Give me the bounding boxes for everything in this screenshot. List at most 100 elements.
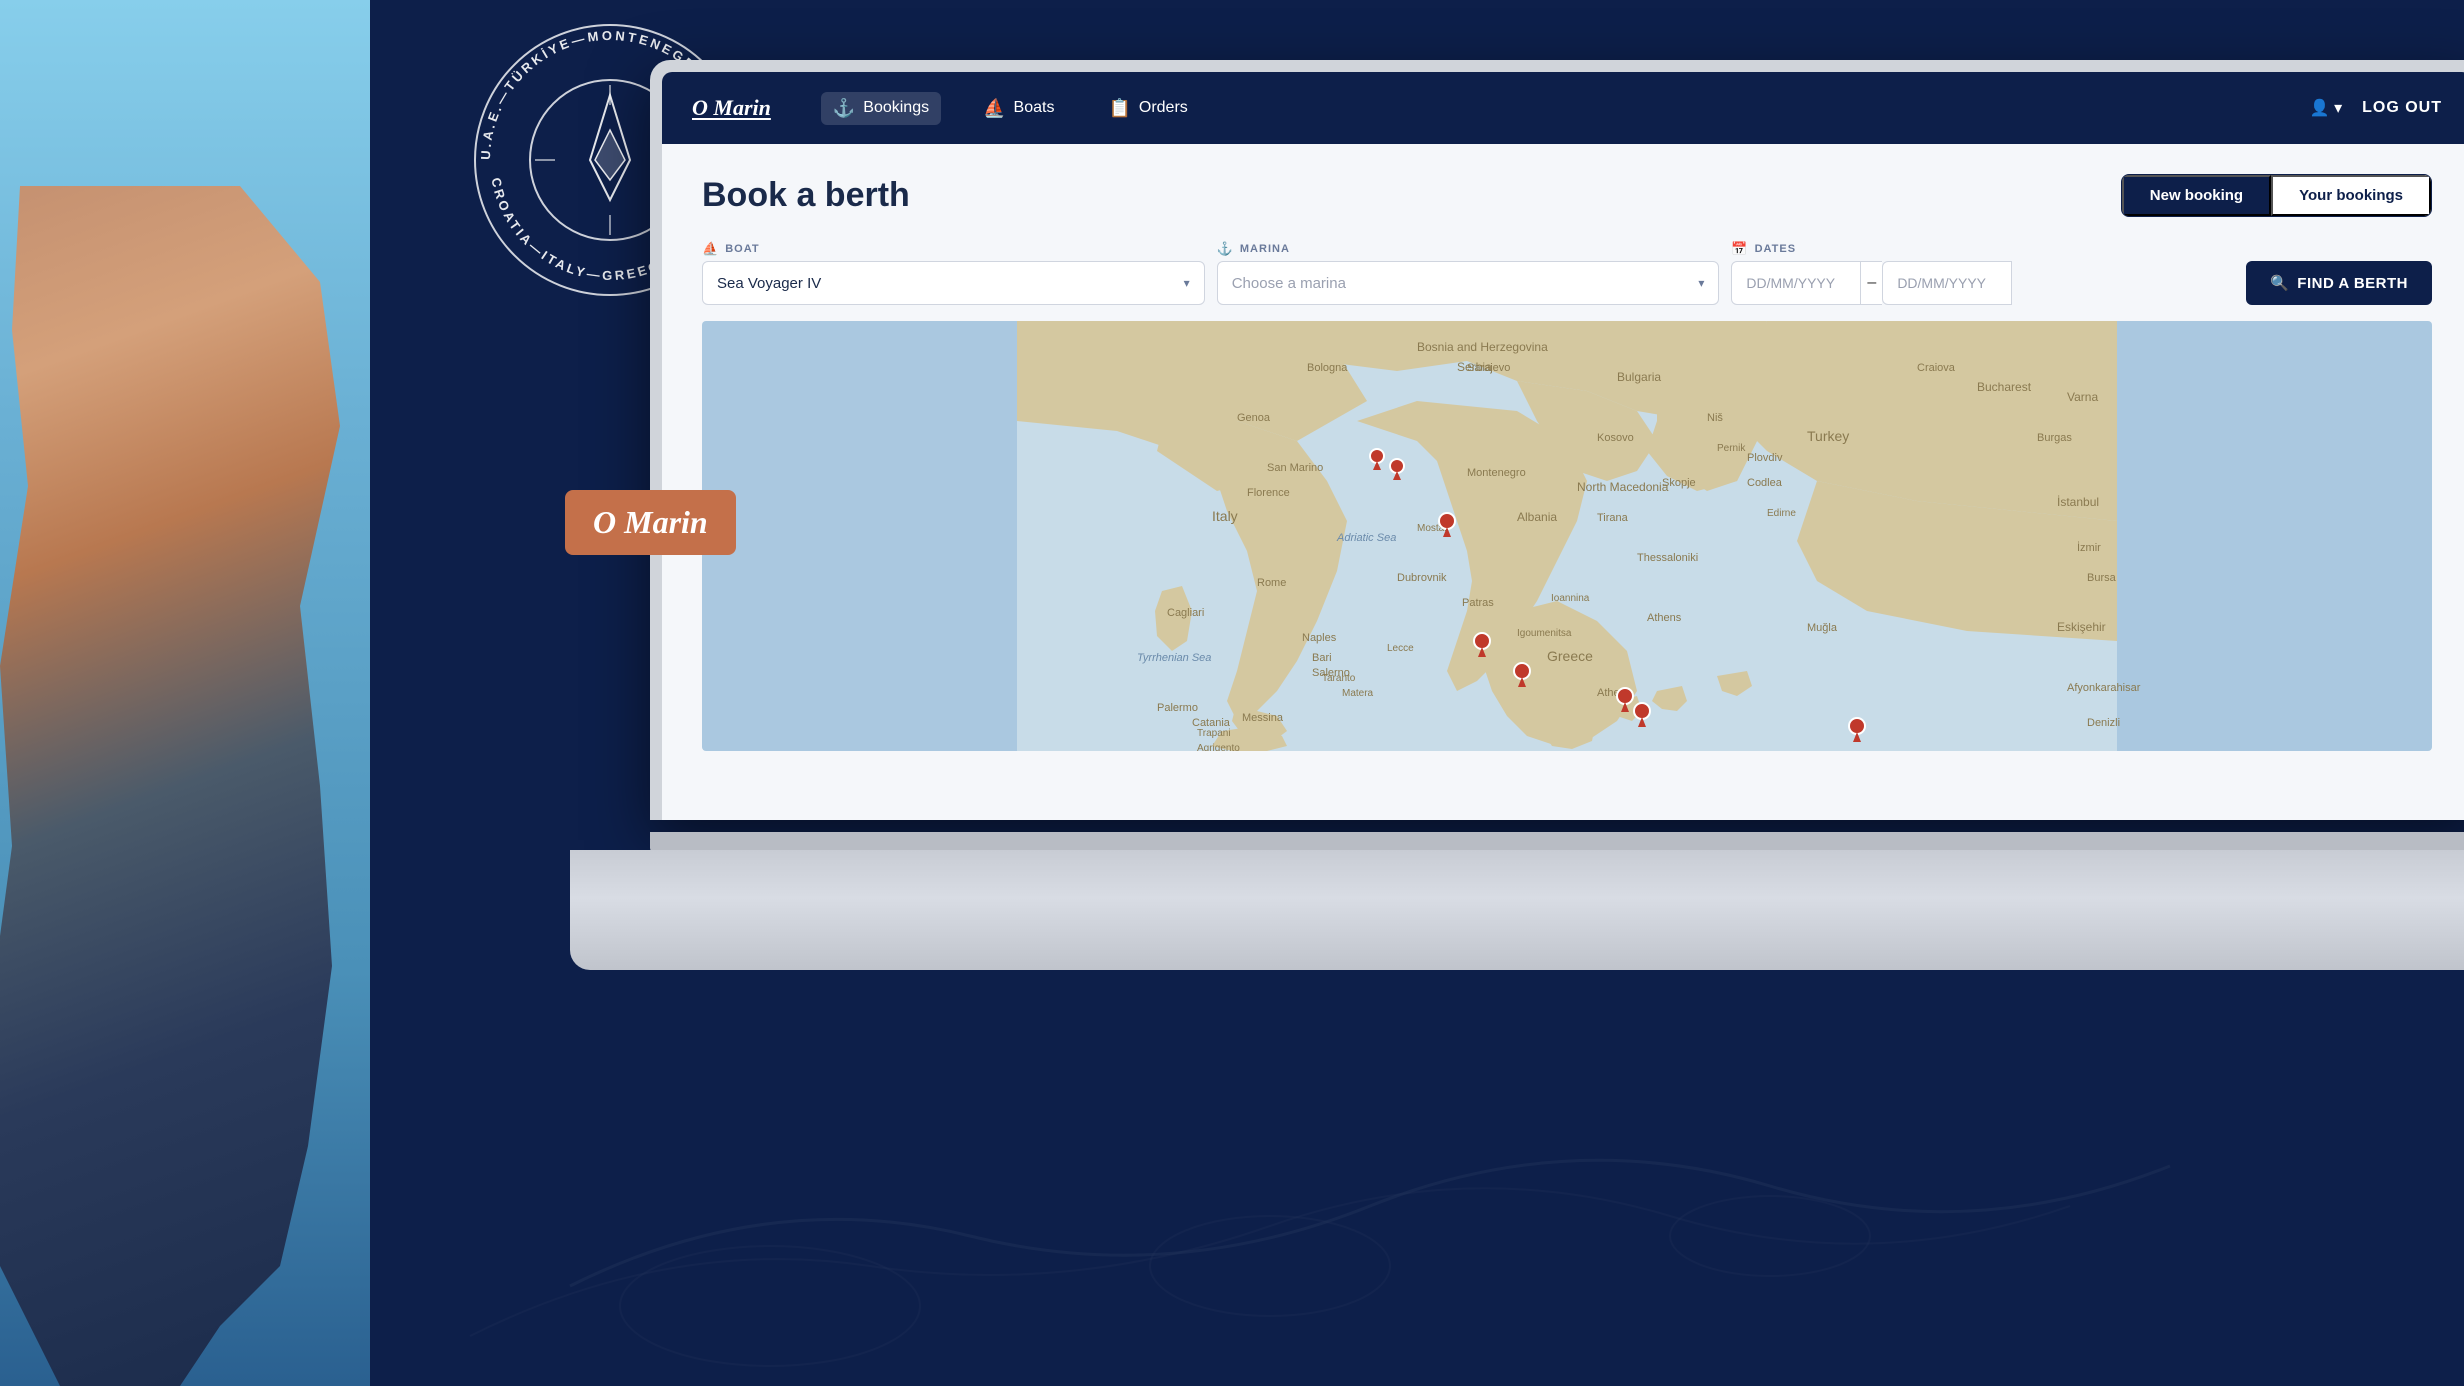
svg-text:Agrigento: Agrigento — [1197, 743, 1240, 751]
svg-text:Sarajevo: Sarajevo — [1467, 362, 1510, 374]
svg-text:Varna: Varna — [2067, 390, 2098, 404]
marina-field-group: ⚓ MARINA Choose a marina ▾ — [1217, 241, 1720, 305]
svg-text:Bulgaria: Bulgaria — [1617, 370, 1661, 384]
svg-text:Rome: Rome — [1257, 577, 1286, 589]
app-logo: O Marin — [692, 95, 771, 121]
svg-text:Igoumenitsa: Igoumenitsa — [1517, 628, 1572, 639]
nav-orders-label: Orders — [1139, 99, 1188, 117]
svg-text:Tirana: Tirana — [1597, 512, 1629, 524]
page-header: Book a berth New booking Your bookings — [702, 174, 2432, 217]
dates-field-group: 📅 DATES DD/MM/YYYY – DD/MM/YYYY — [1731, 241, 2234, 305]
marina-chevron-icon: ▾ — [1698, 276, 1704, 290]
logout-button[interactable]: LOG OUT — [2362, 99, 2442, 117]
svg-text:Codlea: Codlea — [1747, 477, 1783, 489]
dates-group: DD/MM/YYYY – DD/MM/YYYY — [1731, 261, 2234, 305]
svg-text:Matera: Matera — [1342, 688, 1374, 699]
nav-right-section: 👤 ▾ LOG OUT — [2310, 98, 2442, 118]
laptop-screen-outer: O Marin ⚓ Bookings ⛵ Boats 📋 Orders — [650, 60, 2464, 820]
svg-text:Denizli: Denizli — [2087, 717, 2120, 729]
svg-text:Thessaloniki: Thessaloniki — [1637, 552, 1698, 564]
svg-text:Cagliari: Cagliari — [1167, 607, 1204, 619]
svg-text:Messina: Messina — [1242, 712, 1284, 724]
svg-text:Ioannina: Ioannina — [1551, 593, 1590, 604]
nav-orders[interactable]: 📋 Orders — [1096, 92, 1199, 125]
svg-text:Palermo: Palermo — [1157, 702, 1198, 714]
svg-text:Trapani: Trapani — [1197, 728, 1231, 739]
svg-text:Lecce: Lecce — [1387, 643, 1414, 654]
boat-select[interactable]: Sea Voyager IV ▾ — [702, 261, 1205, 305]
svg-text:Craiova: Craiova — [1917, 362, 1956, 374]
svg-text:Niš: Niš — [1707, 412, 1723, 424]
app-content: Book a berth New booking Your bookings ⛵ — [662, 144, 2464, 820]
svg-text:Albania: Albania — [1517, 510, 1557, 524]
omarin-brand-card: O Marin — [565, 490, 736, 555]
find-berth-button[interactable]: 🔍 FIND A BERTH — [2246, 261, 2432, 305]
svg-text:Tyrrhenian Sea: Tyrrhenian Sea — [1137, 652, 1211, 664]
search-icon: 🔍 — [2270, 274, 2289, 292]
svg-text:İzmir: İzmir — [2077, 541, 2101, 554]
boat-label: ⛵ BOAT — [702, 241, 1205, 257]
svg-text:Bologna: Bologna — [1307, 362, 1348, 374]
laptop: O Marin ⚓ Bookings ⛵ Boats 📋 Orders — [650, 60, 2464, 1386]
svg-text:Genoa: Genoa — [1237, 412, 1271, 424]
start-date-input[interactable]: DD/MM/YYYY — [1731, 261, 1861, 305]
boat-field-group: ⛵ BOAT Sea Voyager IV ▾ — [702, 241, 1205, 305]
boat-chevron-icon: ▾ — [1184, 276, 1190, 290]
svg-text:San Marino: San Marino — [1267, 462, 1323, 474]
laptop-screen-inner: O Marin ⚓ Bookings ⛵ Boats 📋 Orders — [662, 72, 2464, 820]
svg-text:North Macedonia: North Macedonia — [1577, 480, 1669, 494]
svg-text:Burgas: Burgas — [2037, 432, 2072, 444]
end-date-placeholder: DD/MM/YYYY — [1897, 275, 1986, 291]
boat-value: Sea Voyager IV — [717, 275, 821, 292]
svg-text:Eskişehir: Eskişehir — [2057, 620, 2106, 634]
orders-icon: 📋 — [1108, 98, 1130, 119]
svg-text:Bursa: Bursa — [2087, 572, 2117, 584]
svg-text:Muğla: Muğla — [1807, 622, 1838, 634]
marina-placeholder: Choose a marina — [1232, 275, 1346, 292]
nav-boats-label: Boats — [1014, 99, 1055, 117]
svg-text:Afyonkarahisar: Afyonkarahisar — [2067, 682, 2141, 694]
map-svg: Tyrrhenian Sea Adriatic Sea Italy Albani… — [702, 321, 2432, 751]
svg-text:Montenegro: Montenegro — [1467, 467, 1526, 479]
boats-icon: ⛵ — [983, 98, 1005, 119]
svg-text:İstanbul: İstanbul — [2057, 495, 2099, 509]
svg-text:Plovdiv: Plovdiv — [1747, 452, 1783, 464]
svg-text:Turkey: Turkey — [1807, 428, 1849, 444]
photo-panel — [0, 0, 370, 1386]
nav-bookings[interactable]: ⚓ Bookings — [821, 92, 941, 125]
end-date-input[interactable]: DD/MM/YYYY — [1882, 261, 2012, 305]
svg-text:Bosnia and Herzegovina: Bosnia and Herzegovina — [1417, 340, 1548, 354]
svg-text:Bari: Bari — [1312, 652, 1332, 664]
tab-new-booking[interactable]: New booking — [2122, 175, 2271, 216]
nav-boats[interactable]: ⛵ Boats — [971, 92, 1066, 125]
marina-label-icon: ⚓ — [1217, 241, 1234, 257]
user-menu[interactable]: 👤 ▾ — [2310, 98, 2342, 118]
tab-your-bookings[interactable]: Your bookings — [2271, 175, 2431, 216]
boat-label-icon: ⛵ — [702, 241, 719, 257]
view-tabs: New booking Your bookings — [2121, 174, 2432, 217]
laptop-hinge — [650, 832, 2464, 852]
svg-text:Florence: Florence — [1247, 487, 1290, 499]
marina-label: ⚓ MARINA — [1217, 241, 1720, 257]
svg-text:Kosovo: Kosovo — [1597, 432, 1634, 444]
svg-text:Patras: Patras — [1462, 597, 1494, 609]
svg-text:Skopje: Skopje — [1662, 477, 1696, 489]
svg-text:Athens: Athens — [1647, 612, 1682, 624]
nav-bookings-label: Bookings — [863, 99, 929, 117]
svg-text:Greece: Greece — [1547, 648, 1593, 664]
svg-text:Adriatic Sea: Adriatic Sea — [1336, 532, 1396, 544]
laptop-base — [570, 850, 2464, 970]
svg-text:Edirne: Edirne — [1767, 508, 1796, 519]
svg-text:Dubrovnik: Dubrovnik — [1397, 572, 1447, 584]
bookings-icon: ⚓ — [833, 98, 855, 119]
map-container[interactable]: Tyrrhenian Sea Adriatic Sea Italy Albani… — [702, 321, 2432, 751]
dates-separator: – — [1861, 261, 1882, 305]
app-navigation: O Marin ⚓ Bookings ⛵ Boats 📋 Orders — [662, 72, 2464, 144]
marina-select[interactable]: Choose a marina ▾ — [1217, 261, 1720, 305]
omarin-card-label: O Marin — [593, 504, 708, 540]
svg-text:CROATIA—ITALY—GREECE: CROATIA—ITALY—GREECE — [488, 176, 673, 283]
svg-text:Taranto: Taranto — [1322, 673, 1356, 684]
svg-text:Naples: Naples — [1302, 632, 1337, 644]
svg-text:Italy: Italy — [1212, 508, 1238, 524]
start-date-placeholder: DD/MM/YYYY — [1746, 275, 1835, 291]
